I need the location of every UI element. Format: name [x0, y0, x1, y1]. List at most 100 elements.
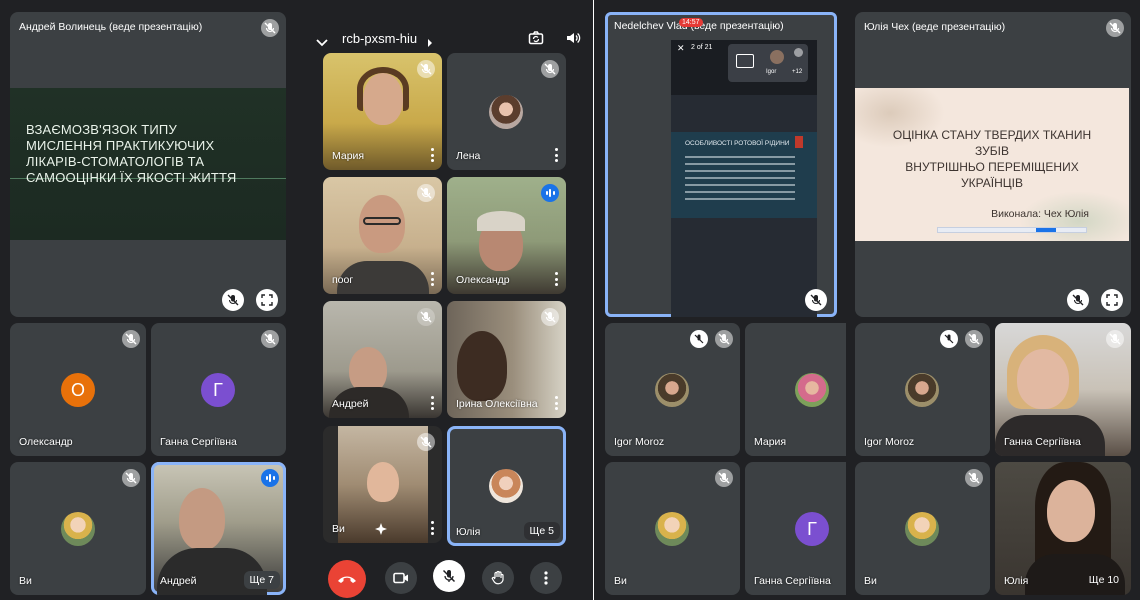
mic-off-icon	[541, 308, 559, 326]
participant-tile[interactable]: Мария	[745, 323, 846, 456]
raise-hand-button[interactable]	[482, 562, 514, 594]
more-participants-chip[interactable]: Ще 5	[523, 522, 560, 540]
close-icon[interactable]: ✕	[677, 43, 685, 54]
participant-name: Лена	[456, 150, 481, 162]
participant-video	[1017, 349, 1069, 409]
participant-name: Мария	[754, 436, 787, 448]
overlay-count: +12	[792, 69, 803, 75]
avatar	[489, 469, 523, 503]
slide-title-line: ВЗАЄМОЗВ'ЯЗОК ТИПУ	[26, 122, 177, 137]
avatar: О	[61, 373, 95, 407]
presentation-tile[interactable]: Nedelchev Vlad (веде презентацію) 14:57 …	[605, 12, 837, 317]
participant-tile-self[interactable]: Ви	[323, 426, 442, 543]
present-icon[interactable]	[736, 54, 754, 68]
end-call-button[interactable]	[328, 560, 366, 598]
mic-off-icon	[1106, 330, 1124, 348]
meet-panel-3: Nedelchev Vlad (веде презентацію) 14:57 …	[593, 0, 846, 600]
self-video-face	[367, 462, 399, 502]
slide-footer-bar	[937, 227, 1087, 233]
more-participants-chip[interactable]: Ще 7	[243, 571, 280, 589]
share-overlay[interactable]: Igor +12	[728, 44, 808, 82]
meeting-code[interactable]: rcb-pxsm-hiu	[342, 31, 417, 46]
switch-camera-icon[interactable]	[528, 30, 544, 51]
participant-tile[interactable]: Ірина Олексіївна	[447, 301, 566, 418]
participant-tile[interactable]: Андрей	[323, 301, 442, 418]
avatar	[655, 512, 689, 546]
participant-name: Ви	[864, 575, 877, 587]
presenter-title: Юлія Чех (веде презентацію)	[864, 21, 1006, 33]
participant-name: Олександр	[456, 274, 510, 286]
participant-tile[interactable]: Г Ганна Сергіївна	[745, 462, 846, 595]
participant-name: Ви	[332, 523, 345, 535]
chevron-down-icon[interactable]	[316, 34, 328, 52]
slide-title-line: УКРАЇНЦІВ	[960, 176, 1024, 190]
more-options-button[interactable]	[530, 562, 562, 594]
mic-off-icon	[417, 184, 435, 202]
participant-name: Юлія	[1004, 575, 1029, 587]
fullscreen-button[interactable]	[1101, 289, 1123, 311]
mic-off-icon	[965, 330, 983, 348]
presentation-slide: ВЗАЄМОЗВ'ЯЗОК ТИПУ МИСЛЕННЯ ПРАКТИКУЮЧИХ Л…	[10, 88, 286, 240]
slide-title: ОЦІНКА СТАНУ ТВЕРДИХ ТКАНИН ЗУБІВ ВНУТРІШН…	[855, 127, 1129, 191]
participant-name: Igor Moroz	[864, 436, 915, 448]
avatar: Г	[201, 373, 235, 407]
mic-toggle-button[interactable]	[433, 560, 465, 592]
speaking-indicator-icon	[261, 469, 279, 487]
pin-icon[interactable]	[690, 330, 708, 348]
participant-name: Ганна Сергіївна	[160, 436, 237, 448]
participant-tile[interactable]: Лена	[447, 53, 566, 170]
participant-tile[interactable]: Igor Moroz	[605, 323, 740, 456]
fullscreen-button[interactable]	[256, 289, 278, 311]
presenter-title: Андрей Волинець (веде презентацію)	[19, 21, 203, 33]
participant-tile[interactable]: О Олександр	[10, 323, 146, 456]
slide-title-line: МИСЛЕННЯ ПРАКТИКУЮЧИХ	[26, 138, 215, 153]
participant-name: Андрей	[160, 575, 197, 587]
more-options-icon[interactable]	[552, 272, 560, 286]
mic-off-icon	[965, 469, 983, 487]
participant-tile[interactable]: Ви	[10, 462, 146, 595]
pin-icon[interactable]	[940, 330, 958, 348]
mute-presenter-button[interactable]	[805, 289, 827, 311]
avatar	[61, 512, 95, 546]
sparkle-effects-icon[interactable]	[373, 522, 389, 543]
participant-name: Ганна Сергіївна	[1004, 436, 1081, 448]
page-counter: 2 of 21	[691, 44, 713, 51]
participant-video-glasses	[363, 217, 401, 225]
participant-tile[interactable]: Юлія Ще 10	[995, 462, 1131, 595]
more-options-icon[interactable]	[552, 396, 560, 410]
participant-tile[interactable]: поог	[323, 177, 442, 294]
more-participants-chip[interactable]: Ще 10	[1083, 571, 1125, 589]
participant-tile[interactable]: Г Ганна Сергіївна	[151, 323, 286, 456]
slide-title-line: ЗУБІВ	[975, 144, 1009, 158]
participant-tile[interactable]: Ви	[605, 462, 740, 595]
mic-off-icon	[261, 19, 279, 37]
camera-button[interactable]	[385, 562, 417, 594]
recording-time-badge: 14:57	[679, 18, 703, 27]
participant-video-hair	[477, 211, 525, 231]
more-options-icon[interactable]	[428, 148, 436, 162]
chevron-right-icon	[427, 34, 433, 52]
participant-name: Igor Moroz	[614, 436, 665, 448]
speaker-icon[interactable]	[565, 30, 581, 51]
slide-title: ВЗАЄМОЗВ'ЯЗОК ТИПУ МИСЛЕННЯ ПРАКТИКУЮЧИХ Л…	[26, 122, 236, 186]
mic-off-icon	[715, 330, 733, 348]
participant-name: поог	[332, 274, 354, 286]
participant-tile[interactable]: Олександр	[447, 177, 566, 294]
more-options-icon[interactable]	[428, 272, 436, 286]
speaking-indicator-icon	[541, 184, 559, 202]
more-options-icon[interactable]	[552, 148, 560, 162]
more-options-icon[interactable]	[428, 521, 436, 535]
participant-name: Олександр	[19, 436, 73, 448]
slide-author: Виконала: Чех Юлія	[991, 208, 1089, 220]
participant-tile[interactable]: Юлія Ще 5	[447, 426, 566, 546]
participant-tile[interactable]: Ви	[855, 462, 990, 595]
participant-tile[interactable]: Мария	[323, 53, 442, 170]
participant-tile-active-speaker[interactable]: Андрей Ще 7	[151, 462, 286, 595]
participant-tile[interactable]: Igor Moroz	[855, 323, 990, 456]
participant-tile[interactable]: Ганна Сергіївна	[995, 323, 1131, 456]
mic-off-icon	[261, 330, 279, 348]
screenshot-collage: Андрей Волинець (веде презентацію) ВЗАЄМ…	[0, 0, 1140, 600]
mute-presenter-button[interactable]	[222, 289, 244, 311]
mute-presenter-button[interactable]	[1067, 289, 1089, 311]
more-options-icon[interactable]	[428, 396, 436, 410]
